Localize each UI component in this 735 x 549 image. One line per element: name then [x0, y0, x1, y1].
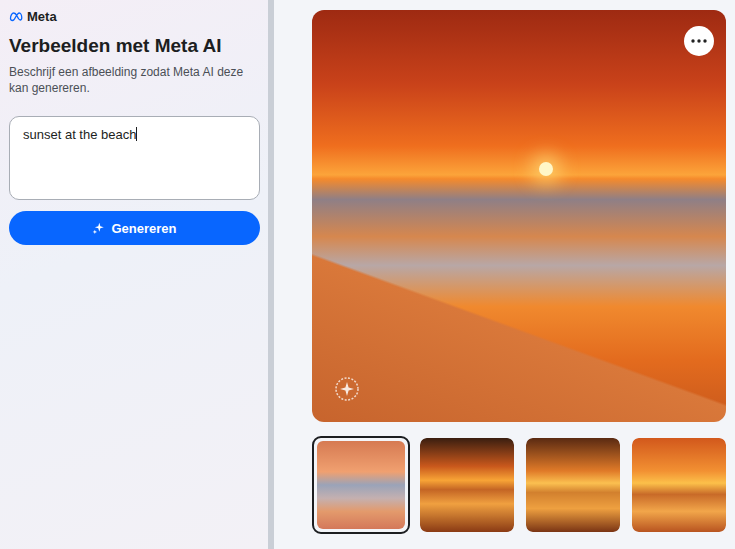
prompt-text: sunset at the beach: [23, 127, 136, 142]
panel-title: Verbeelden met Meta AI: [9, 34, 260, 58]
thumbnail[interactable]: [630, 436, 728, 534]
result-pane: [274, 0, 735, 549]
generate-button[interactable]: Genereren: [9, 211, 260, 245]
generated-image: [312, 10, 726, 422]
watermark-icon: [334, 376, 360, 402]
generate-label: Genereren: [111, 221, 176, 236]
sun: [539, 162, 553, 176]
brand-name: Meta: [27, 9, 57, 24]
text-caret: [136, 127, 137, 141]
meta-infinity-icon: [9, 11, 25, 22]
thumbnail-image: [632, 438, 726, 532]
prompt-field[interactable]: sunset at the beach: [9, 116, 260, 200]
thumbnail[interactable]: [418, 436, 516, 534]
sparkle-icon: [92, 222, 105, 235]
thumbnail-image: [317, 441, 405, 529]
thumbnail-strip: [312, 436, 728, 534]
more-dots-icon: [691, 39, 707, 43]
more-options-button[interactable]: [684, 26, 714, 56]
thumbnail-image: [526, 438, 620, 532]
thumbnail[interactable]: [312, 436, 410, 534]
meta-logo[interactable]: Meta: [9, 8, 260, 24]
prompt-panel: Meta Verbeelden met Meta AI Beschrijf een …: [0, 0, 268, 549]
thumbnail-image: [420, 438, 514, 532]
thumbnail[interactable]: [524, 436, 622, 534]
panel-description: Beschrijf een afbeelding zodat Meta AI d…: [9, 64, 260, 96]
app-window: Meta Verbeelden met Meta AI Beschrijf een …: [0, 0, 735, 549]
